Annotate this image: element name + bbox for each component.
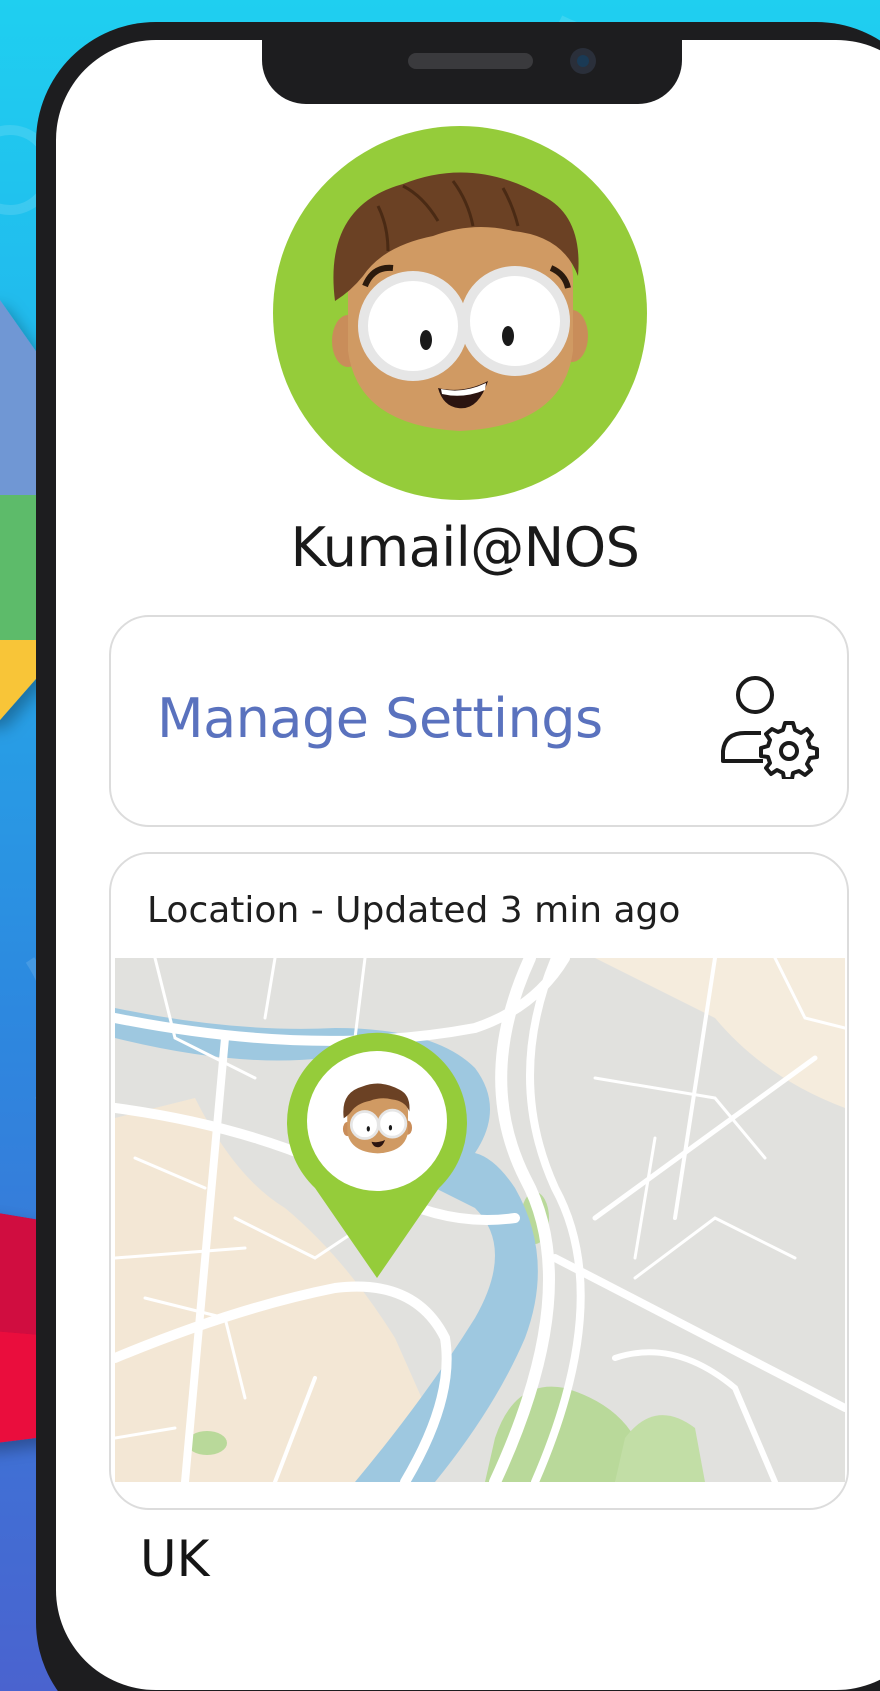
user-settings-icon (721, 676, 819, 779)
username: Kumail@NOS (290, 516, 640, 579)
app-promo-screen: Kumail@NOS Manage Settings Location - Up… (0, 0, 880, 1691)
location-country: UK (140, 1530, 210, 1588)
phone-speaker (408, 53, 533, 69)
location-title: Location - Updated 3 min ago (147, 890, 681, 931)
phone-camera (570, 48, 596, 74)
profile-avatar[interactable] (273, 126, 647, 500)
location-map[interactable] (115, 958, 845, 1482)
manage-settings-label: Manage Settings (157, 687, 603, 750)
location-card: Location - Updated 3 min ago (109, 852, 849, 1510)
manage-settings-button[interactable]: Manage Settings (109, 615, 849, 827)
